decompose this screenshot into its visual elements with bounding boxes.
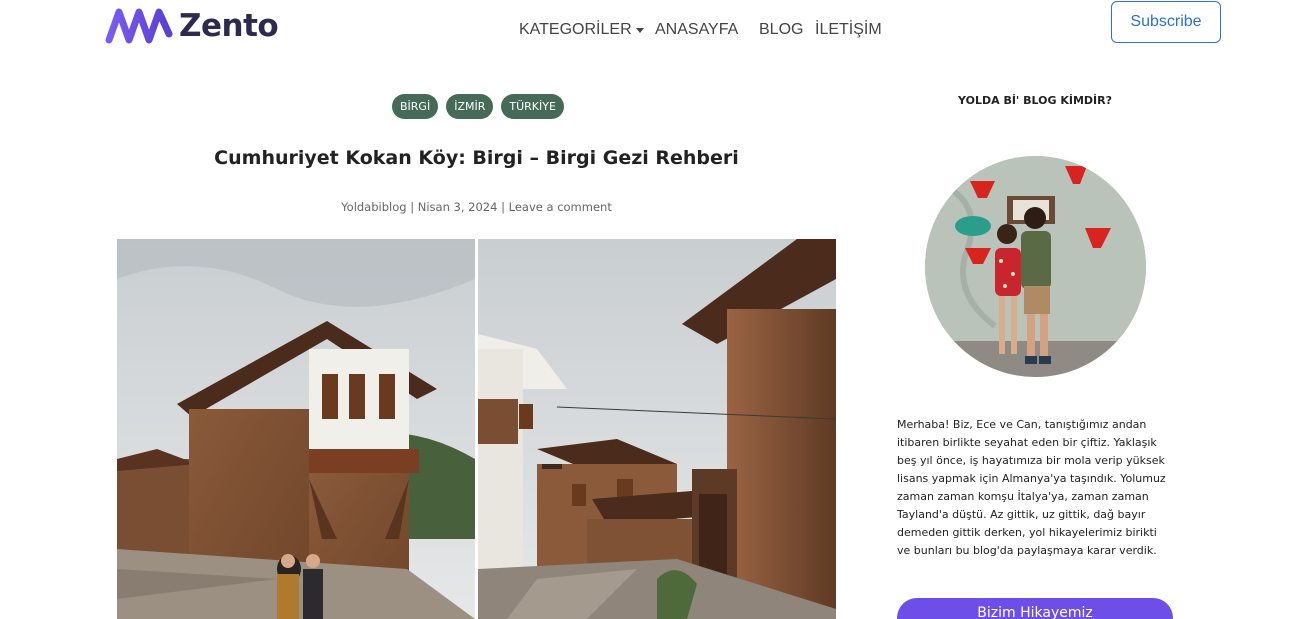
- tag-turkiye[interactable]: TÜRKİYE: [501, 94, 564, 119]
- subscribe-button[interactable]: Subscribe: [1111, 1, 1221, 43]
- meta-separator: |: [410, 200, 415, 214]
- authors-photo: [925, 156, 1146, 377]
- post-title: Cumhuriyet Kokan Köy: Birgi – Birgi Gezi…: [214, 147, 739, 169]
- sidebar-bio: Merhaba! Biz, Ece ve Can, tanıştığımız a…: [897, 418, 1166, 557]
- nav-item-iletisim[interactable]: İLETİŞİM: [815, 21, 882, 39]
- tag-izmir[interactable]: İZMİR: [446, 94, 494, 119]
- our-story-button[interactable]: Bizim Hikayemiz: [897, 598, 1173, 619]
- nav-item-anasayfa[interactable]: ANASAYFA: [655, 21, 738, 39]
- logo-text: Zento: [179, 8, 279, 44]
- chevron-down-icon: [635, 28, 644, 33]
- tag-birgi[interactable]: BİRGİ: [392, 94, 439, 119]
- meta-separator: |: [501, 200, 505, 214]
- sidebar-heading: YOLDA Bİ' BLOG KİMDİR?: [958, 94, 1112, 107]
- nav-item-kategoriler[interactable]: KATEGORİLER: [519, 21, 644, 39]
- post-tags: BİRGİ İZMİR TÜRKİYE: [392, 94, 564, 119]
- post-date-link[interactable]: Nisan 3, 2024: [418, 200, 498, 214]
- logo-wave-icon: [105, 8, 173, 44]
- post-author-link[interactable]: Yoldabiblog: [341, 200, 406, 214]
- nav-item-label: KATEGORİLER: [519, 21, 632, 38]
- nav-item-blog[interactable]: BLOG: [759, 21, 803, 39]
- leave-comment-link[interactable]: Leave a comment: [509, 200, 612, 214]
- post-featured-image: [117, 239, 836, 619]
- site-logo[interactable]: Zento: [105, 4, 279, 48]
- post-meta: Yoldabiblog | Nisan 3, 2024 | Leave a co…: [117, 200, 836, 214]
